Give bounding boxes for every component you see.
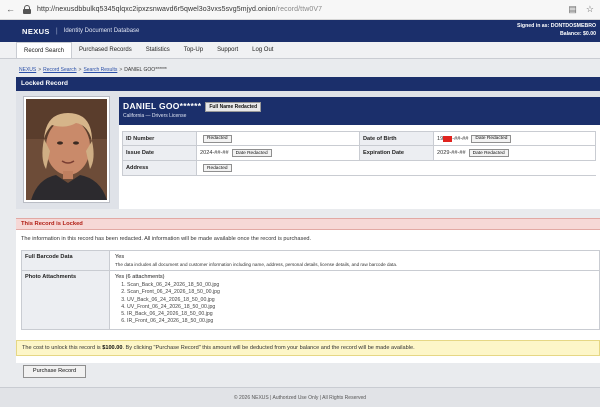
footer: © 2026 NEXUS | Authorized Use Only | All… — [0, 387, 600, 407]
nav-log-out[interactable]: Log Out — [245, 42, 280, 58]
purchase-cost-notice: The cost to unlock this record is $100.0… — [16, 340, 600, 356]
redaction-mark — [443, 135, 453, 142]
list-item: Scan_Back_06_24_2026_18_50_00.jpg — [127, 282, 594, 289]
id-number-value: Redacted — [196, 132, 359, 145]
table-row: Full Barcode Data Yes The data includes … — [22, 251, 599, 271]
lock-icon[interactable] — [23, 5, 31, 14]
nav-purchased-records[interactable]: Purchased Records — [72, 42, 139, 58]
url-text[interactable]: http://nexusdbbulkq5345qlqxc2ipxzsnwavd6… — [37, 6, 322, 13]
expiration-date-redacted-button[interactable]: Date Redacted — [468, 149, 509, 157]
attachment-list: Scan_Back_06_24_2026_18_50_00.jpg Scan_F… — [127, 282, 594, 326]
address-value: Redacted — [196, 161, 359, 175]
list-item: Scan_Front_06_24_2026_18_50_00.jpg — [127, 289, 594, 296]
dob-label: Date of Birth — [359, 132, 433, 145]
dob-redacted-button[interactable]: Date Redacted — [471, 134, 512, 143]
record-contents-table: Full Barcode Data Yes The data includes … — [21, 250, 600, 330]
issue-date-redacted-button[interactable]: Date Redacted — [231, 149, 272, 157]
barcode-value: Yes The data includes all document and c… — [110, 251, 599, 270]
signed-in-user: Signed in as: DONTDOSMEBRO — [517, 23, 596, 29]
barcode-note: The data includes all document and custo… — [115, 262, 398, 267]
photos-value: Yes (6 attachments) Scan_Back_06_24_2026… — [110, 271, 599, 329]
nav-top-up[interactable]: Top-Up — [177, 42, 210, 58]
site-subtitle: Identity Document Database — [63, 28, 140, 34]
address-label: Address — [122, 161, 196, 175]
record-summary: DANIEL GOO****** Full Name Redacted Calif… — [16, 91, 600, 209]
id-fields-table: ID Number Redacted Date of Birth 19 -##-#… — [122, 131, 596, 176]
issue-date-value: 2024-##-## Date Redacted — [196, 146, 359, 160]
nav-record-search[interactable]: Record Search — [16, 42, 73, 58]
locked-notice-title: This Record is Locked — [16, 218, 600, 230]
holder-name: DANIEL GOO****** Full Name Redacted — [123, 101, 262, 112]
account-balance: Balance: $0.00 — [559, 30, 596, 37]
browser-url-bar: ← http://nexusdbbulkq5345qlqxc2ipxzsnwav… — [0, 0, 600, 20]
issue-date-label: Issue Date — [122, 146, 196, 160]
barcode-label: Full Barcode Data — [22, 251, 110, 270]
list-item: UV_Front_06_24_2026_18_50_00.jpg — [127, 304, 594, 311]
breadcrumb-record-search[interactable]: Record Search — [43, 67, 76, 73]
account-info: Signed in as: DONTDOSMEBRO Balance: $0.0… — [517, 23, 596, 38]
id-number-redacted-button[interactable]: Redacted — [203, 134, 232, 143]
panel-title: Locked Record — [16, 77, 600, 91]
id-details-card: DANIEL GOO****** Full Name Redacted Calif… — [119, 97, 600, 209]
list-item: IR_Back_06_24_2026_18_50_00.jpg — [127, 311, 594, 318]
address-redacted-button[interactable]: Redacted — [203, 164, 232, 172]
list-item: IR_Front_06_24_2026_18_50_00.jpg — [127, 318, 594, 325]
unlock-price: $100.00 — [102, 345, 123, 351]
nav-statistics[interactable]: Statistics — [139, 42, 177, 58]
id-title-bar: DANIEL GOO****** Full Name Redacted Calif… — [119, 97, 600, 125]
id-number-label: ID Number — [122, 132, 196, 145]
expiration-date-value: 2029-##-## Date Redacted — [433, 146, 596, 160]
table-row: ID Number Redacted Date of Birth 19 -##-#… — [122, 131, 596, 146]
reader-view-icon[interactable]: ▤ — [568, 5, 577, 14]
brand-logo[interactable]: NEXUS — [22, 27, 50, 36]
portrait-image — [26, 99, 107, 200]
nav-support[interactable]: Support — [210, 42, 245, 58]
id-photo — [24, 97, 109, 202]
back-arrow-icon[interactable]: ← — [6, 5, 15, 14]
photos-label: Photo Attachments — [22, 271, 110, 329]
breadcrumb: NEXUS > Record Search > Search Results > DANIE… — [19, 67, 167, 73]
bookmark-star-icon[interactable]: ☆ — [586, 5, 594, 14]
breadcrumb-home[interactable]: NEXUS — [19, 67, 36, 73]
main-nav: Record Search Purchased Records Statisti… — [0, 42, 600, 59]
breadcrumb-search-results[interactable]: Search Results — [83, 67, 117, 73]
breadcrumb-current: DANIEL GOO****** — [124, 67, 167, 73]
list-item: UV_Back_06_24_2026_18_50_00.jpg — [127, 297, 594, 304]
purchase-record-button[interactable]: Purchase Record — [23, 365, 86, 378]
document-type: California — Drivers License — [123, 113, 187, 119]
site-header: NEXUS | Identity Document Database Signe… — [0, 20, 600, 42]
table-row: Address Redacted — [122, 161, 596, 176]
dob-value: 19 -##-## Date Redacted — [433, 132, 596, 145]
locked-message: The information in this record has been … — [21, 236, 312, 242]
full-name-redacted-badge[interactable]: Full Name Redacted — [205, 102, 262, 112]
table-row: Photo Attachments Yes (6 attachments) Sc… — [22, 271, 599, 329]
table-row: Issue Date 2024-##-## Date Redacted Expir… — [122, 146, 596, 161]
expiration-date-label: Expiration Date — [359, 146, 433, 160]
